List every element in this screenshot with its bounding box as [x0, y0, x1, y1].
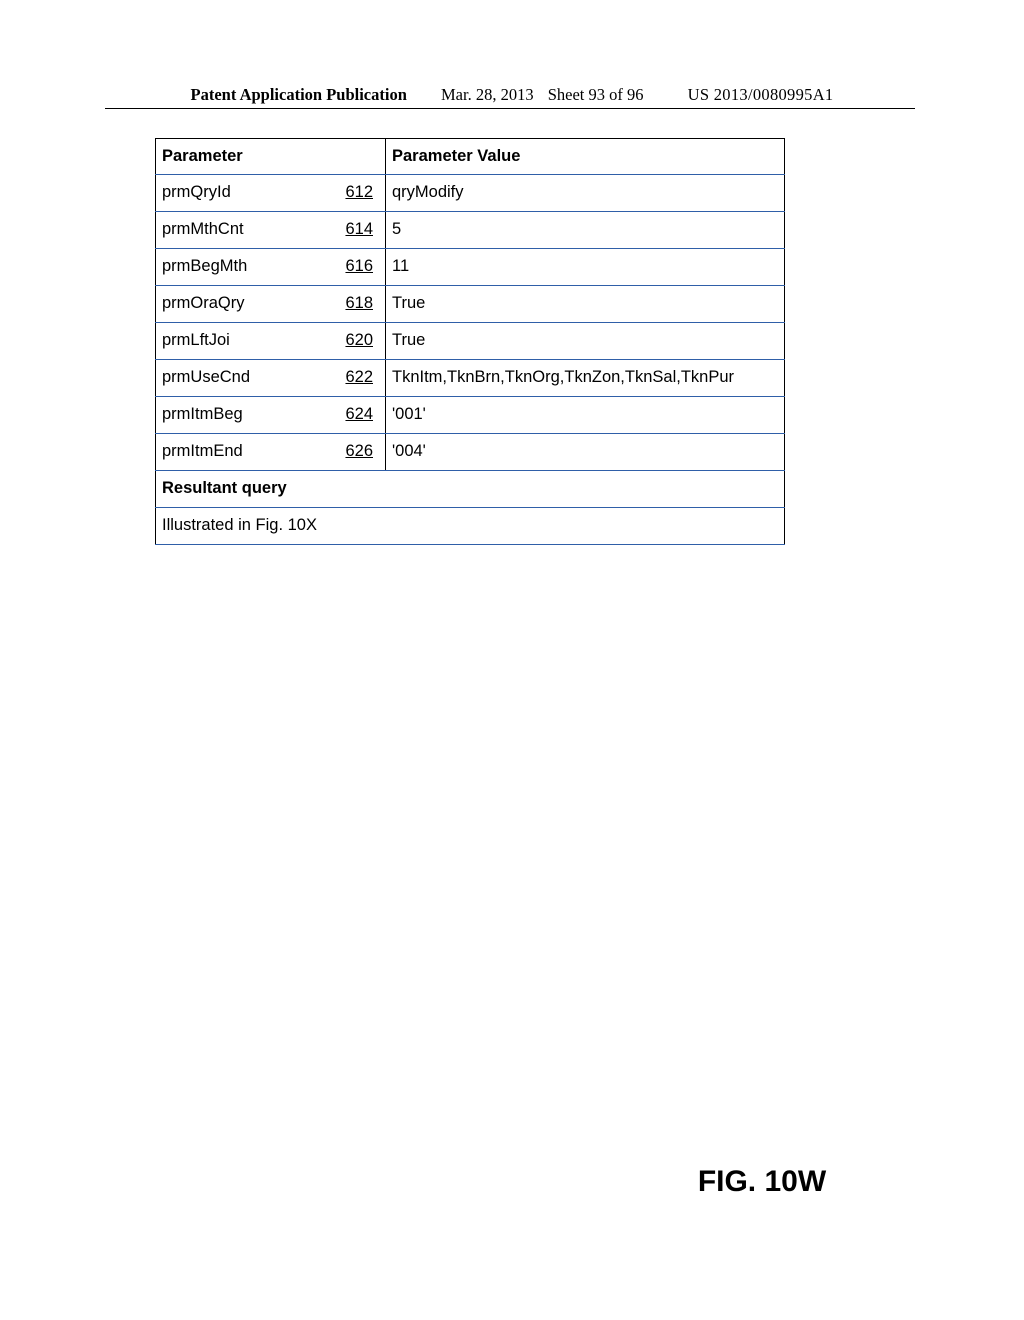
- illustrated-text: Illustrated in Fig. 10X: [156, 508, 785, 545]
- param-ref: 618: [316, 286, 386, 323]
- param-value: 11: [386, 249, 785, 286]
- param-ref: 616: [316, 249, 386, 286]
- param-ref: 626: [316, 434, 386, 471]
- table-row: prmUseCnd 622 TknItm,TknBrn,TknOrg,TknZo…: [156, 360, 785, 397]
- param-value: '004': [386, 434, 785, 471]
- page-header: Patent Application Publication Mar. 28, …: [0, 85, 1024, 105]
- parameter-table: Parameter Parameter Value prmQryId 612 q…: [155, 138, 785, 545]
- illustrated-row: Illustrated in Fig. 10X: [156, 508, 785, 545]
- param-value: '001': [386, 397, 785, 434]
- param-value: TknItm,TknBrn,TknOrg,TknZon,TknSal,TknPu…: [386, 360, 785, 397]
- param-name: prmOraQry: [156, 286, 316, 323]
- table-row: prmOraQry 618 True: [156, 286, 785, 323]
- table-header-row: Parameter Parameter Value: [156, 139, 785, 175]
- table-row: prmItmBeg 624 '001': [156, 397, 785, 434]
- param-value: 5: [386, 212, 785, 249]
- resultant-query-row: Resultant query: [156, 471, 785, 508]
- publication-label: Patent Application Publication: [191, 85, 407, 104]
- param-ref: 612: [316, 175, 386, 212]
- param-name: prmItmBeg: [156, 397, 316, 434]
- table-row: prmLftJoi 620 True: [156, 323, 785, 360]
- param-name: prmBegMth: [156, 249, 316, 286]
- table-row: prmMthCnt 614 5: [156, 212, 785, 249]
- table-row: prmItmEnd 626 '004': [156, 434, 785, 471]
- header-rule: [105, 108, 915, 109]
- param-ref: 620: [316, 323, 386, 360]
- param-name: prmItmEnd: [156, 434, 316, 471]
- param-value: True: [386, 286, 785, 323]
- col-parameter-value: Parameter Value: [386, 139, 785, 175]
- param-ref: 614: [316, 212, 386, 249]
- param-name: prmQryId: [156, 175, 316, 212]
- param-value: qryModify: [386, 175, 785, 212]
- publication-date: Mar. 28, 2013: [441, 85, 534, 104]
- param-ref: 622: [316, 360, 386, 397]
- table-row: prmQryId 612 qryModify: [156, 175, 785, 212]
- param-value: True: [386, 323, 785, 360]
- sheet-number: Sheet 93 of 96: [548, 85, 644, 104]
- param-name: prmLftJoi: [156, 323, 316, 360]
- table-row: prmBegMth 616 11: [156, 249, 785, 286]
- param-name: prmMthCnt: [156, 212, 316, 249]
- resultant-query-label: Resultant query: [156, 471, 785, 508]
- figure-label: FIG. 10W: [0, 1165, 1024, 1199]
- parameter-table-container: Parameter Parameter Value prmQryId 612 q…: [155, 138, 785, 545]
- application-number: US 2013/0080995A1: [688, 85, 834, 104]
- col-parameter: Parameter: [156, 139, 386, 175]
- param-ref: 624: [316, 397, 386, 434]
- param-name: prmUseCnd: [156, 360, 316, 397]
